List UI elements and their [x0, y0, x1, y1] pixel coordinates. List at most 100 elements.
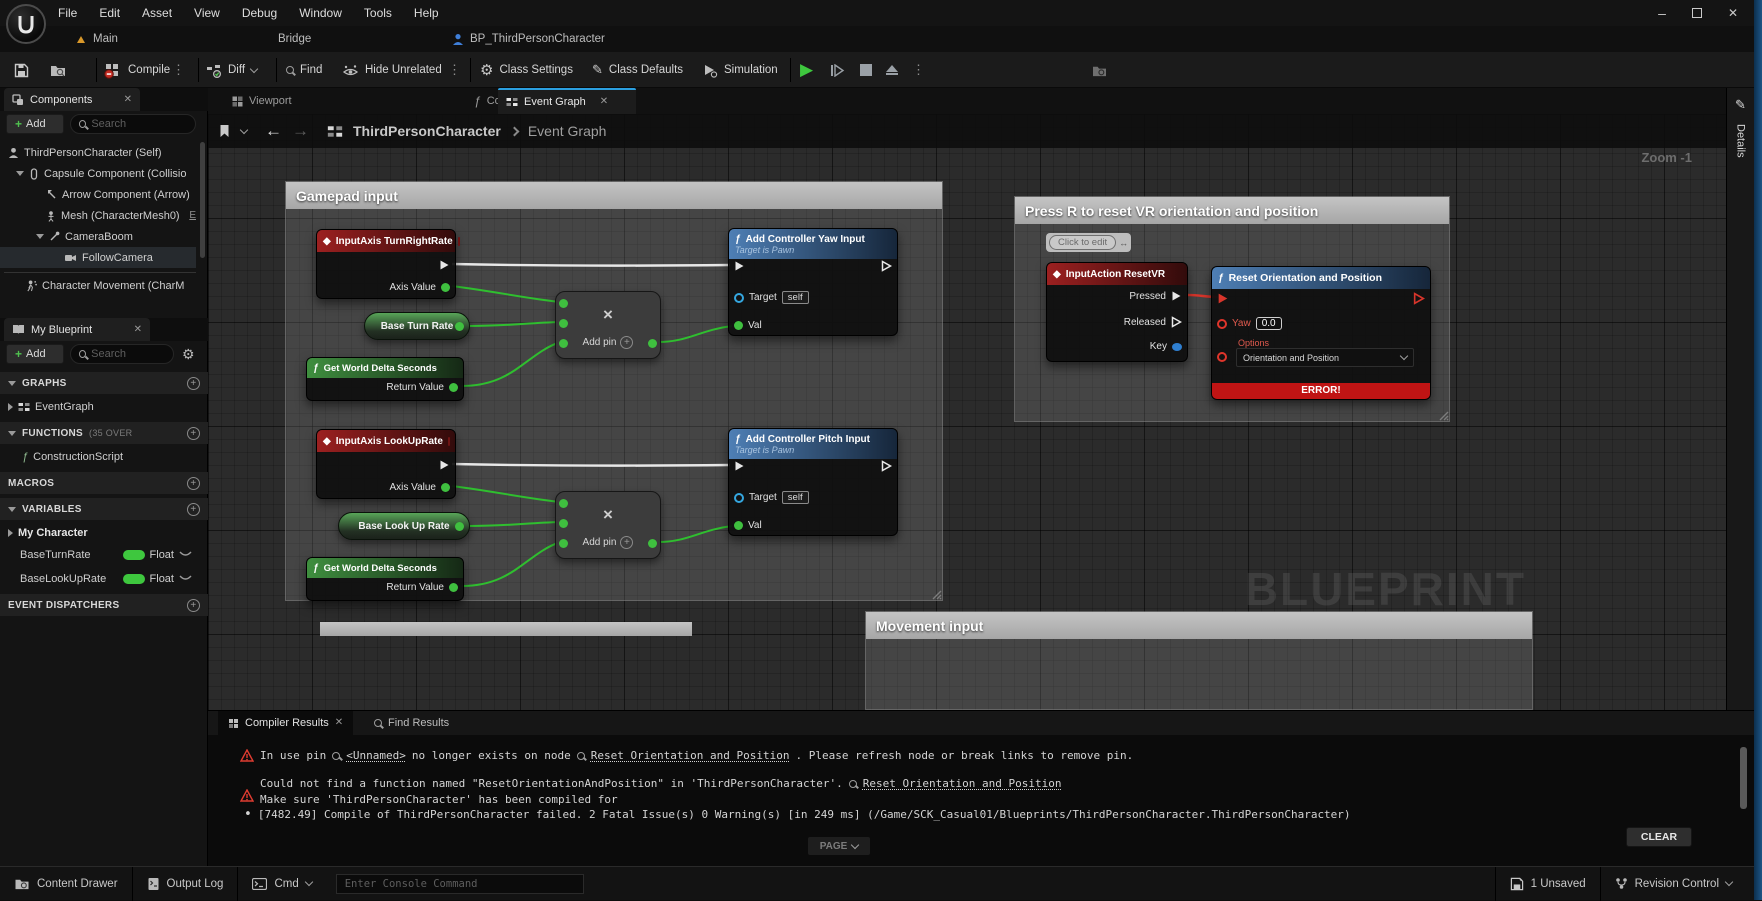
macros-section-header[interactable]: MACROS + [0, 472, 208, 494]
message-link[interactable]: Reset Orientation and Position [591, 749, 790, 762]
blueprint-search-input[interactable] [91, 348, 165, 360]
dispatchers-section-header[interactable]: EVENT DISPATCHERS + [0, 594, 208, 616]
node-header[interactable]: ◆ InputAxis LookUpRate [317, 430, 455, 452]
return-value-pin[interactable]: Return Value [386, 582, 458, 593]
options-pin[interactable] [1217, 352, 1227, 362]
node-header[interactable]: ƒ Add Controller Pitch Input Target is P… [729, 429, 897, 459]
node-multiply-2[interactable]: × Add pin+ [555, 491, 661, 559]
compiler-scrollbar[interactable] [1740, 741, 1747, 861]
components-add-button[interactable]: + Add [6, 114, 64, 134]
expander-icon[interactable] [16, 171, 24, 176]
node-header[interactable]: ƒ Add Controller Yaw Input Target is Paw… [729, 229, 897, 259]
self-value-box[interactable]: self [782, 291, 809, 304]
exec-out-pin[interactable] [881, 460, 892, 472]
play-options-button[interactable]: ⋮ [908, 52, 930, 88]
my-blueprint-panel-tab[interactable]: My Blueprint ✕ [4, 318, 150, 341]
add-graph-icon[interactable]: + [187, 377, 200, 390]
bp-thirdpersoncharacter-tab[interactable]: BP_ThirdPersonCharacter [452, 26, 605, 52]
menu-edit[interactable]: Edit [99, 6, 120, 20]
node-reset-orientation-and-position[interactable]: ƒ Reset Orientation and Position Yaw 0.0… [1211, 266, 1431, 400]
node-add-controller-pitch-input[interactable]: ƒ Add Controller Pitch Input Target is P… [728, 428, 898, 536]
component-row-arrow[interactable]: Arrow Component (Arrow) [0, 184, 196, 205]
pressed-pin[interactable]: Pressed [1129, 290, 1182, 302]
val-pin[interactable]: Val [734, 520, 762, 531]
blueprint-add-button[interactable]: + Add [6, 344, 64, 364]
node-comment-bubble[interactable]: Click to edit ↔ [1046, 233, 1131, 252]
search-icon[interactable] [332, 752, 340, 760]
exec-in-pin[interactable] [1217, 292, 1229, 305]
class-defaults-button[interactable]: ✎ Class Defaults [588, 52, 687, 88]
menu-window[interactable]: Window [299, 6, 342, 20]
node-header[interactable]: ◆ InputAxis TurnRightRate [317, 230, 455, 252]
output-log-button[interactable]: Output Log [133, 867, 238, 901]
node-inputaxis-turnrightrate[interactable]: ◆ InputAxis TurnRightRate Axis Value [316, 229, 456, 299]
compile-button[interactable]: Compile [100, 52, 174, 88]
variable-row-baselookuprate[interactable]: BaseLookUpRate Float [0, 568, 196, 589]
target-pin[interactable]: Target self [734, 491, 809, 504]
val-pin[interactable]: Val [734, 320, 762, 331]
play-button[interactable]: ▶ [796, 52, 817, 88]
node-get-world-delta-seconds[interactable]: ƒ Get World Delta Seconds Return Value [306, 357, 464, 401]
add-macro-icon[interactable]: + [187, 477, 200, 490]
eventgraph-row[interactable]: EventGraph [0, 396, 196, 417]
class-settings-button[interactable]: ⚙ Class Settings [476, 52, 577, 88]
stop-button[interactable] [856, 52, 876, 88]
close-icon[interactable]: ✕ [1728, 6, 1738, 20]
main-window-tab[interactable]: Main [75, 26, 118, 52]
key-pin[interactable]: Key [1150, 341, 1182, 352]
edit-badge[interactable]: E [189, 210, 196, 221]
axis-value-pin[interactable]: Axis Value [389, 282, 450, 293]
node-get-base-look-up-rate[interactable]: Base Look Up Rate [338, 512, 470, 540]
close-icon[interactable]: ✕ [335, 718, 343, 728]
component-row-self[interactable]: ThirdPersonCharacter (Self) [0, 142, 196, 163]
exec-in-pin[interactable] [734, 460, 745, 472]
return-value-pin[interactable]: Return Value [386, 382, 458, 393]
options-dropdown[interactable]: Orientation and Position [1236, 348, 1414, 367]
close-icon[interactable]: ✕ [124, 95, 132, 105]
node-header[interactable]: ƒ Get World Delta Seconds [307, 358, 463, 378]
component-row-movement[interactable]: Character Movement (CharM [0, 275, 196, 296]
variables-section-header[interactable]: VARIABLES + [0, 498, 208, 520]
exec-out-pin[interactable] [1413, 292, 1425, 305]
menu-asset[interactable]: Asset [142, 6, 172, 20]
eye-closed-icon[interactable] [179, 575, 192, 582]
add-variable-icon[interactable]: + [187, 503, 200, 516]
components-search-input[interactable] [91, 118, 187, 130]
debug-browse-button[interactable] [1088, 52, 1111, 88]
search-icon[interactable] [577, 752, 585, 760]
components-search[interactable] [70, 114, 196, 134]
hide-unrelated-button[interactable]: Hide Unrelated [338, 52, 446, 88]
expander-icon[interactable] [36, 234, 44, 239]
diff-button[interactable]: Diff [202, 52, 261, 88]
comment-resize-grip[interactable] [1437, 409, 1449, 421]
add-pin-button[interactable]: Add pin+ [556, 336, 660, 349]
node-get-base-turn-rate[interactable]: Base Turn Rate [364, 312, 470, 340]
menu-help[interactable]: Help [414, 6, 439, 20]
clear-button[interactable]: CLEAR [1626, 827, 1692, 847]
components-panel-tab[interactable]: Components ✕ [4, 88, 140, 111]
node-inputaxis-lookuprate[interactable]: ◆ InputAxis LookUpRate Axis Value [316, 429, 456, 499]
eject-button[interactable] [882, 52, 902, 88]
close-tab-icon[interactable]: ✕ [600, 97, 608, 107]
expander-icon[interactable] [8, 529, 13, 537]
hide-unrelated-options-button[interactable]: ⋮ [444, 52, 466, 88]
event-graph-canvas[interactable]: BLUEPRINT Gamepad input Press R to reset… [208, 114, 1726, 710]
tab-event-graph[interactable]: Event Graph ✕ [498, 88, 636, 114]
menu-tools[interactable]: Tools [364, 6, 392, 20]
menu-debug[interactable]: Debug [242, 6, 277, 20]
variable-row-baseturnrate[interactable]: BaseTurnRate Float [0, 544, 196, 565]
components-scrollbar[interactable] [200, 142, 205, 258]
variable-category-row[interactable]: My Character [0, 522, 196, 543]
menu-view[interactable]: View [194, 6, 220, 20]
component-row-cameraboom[interactable]: CameraBoom [0, 226, 196, 247]
bridge-window-tab[interactable]: Bridge [278, 26, 311, 52]
released-pin[interactable]: Released [1124, 316, 1182, 328]
expander-icon[interactable] [8, 403, 13, 411]
maximize-icon[interactable] [1692, 8, 1702, 18]
simulation-button[interactable]: Simulation [698, 52, 782, 88]
yaw-value-box[interactable]: 0.0 [1256, 317, 1282, 330]
node-add-controller-yaw-input[interactable]: ƒ Add Controller Yaw Input Target is Paw… [728, 228, 898, 336]
content-drawer-button[interactable]: Content Drawer [0, 867, 132, 901]
comment-bubble-text[interactable]: Click to edit [1049, 235, 1116, 250]
minimize-icon[interactable]: – [1658, 5, 1666, 21]
